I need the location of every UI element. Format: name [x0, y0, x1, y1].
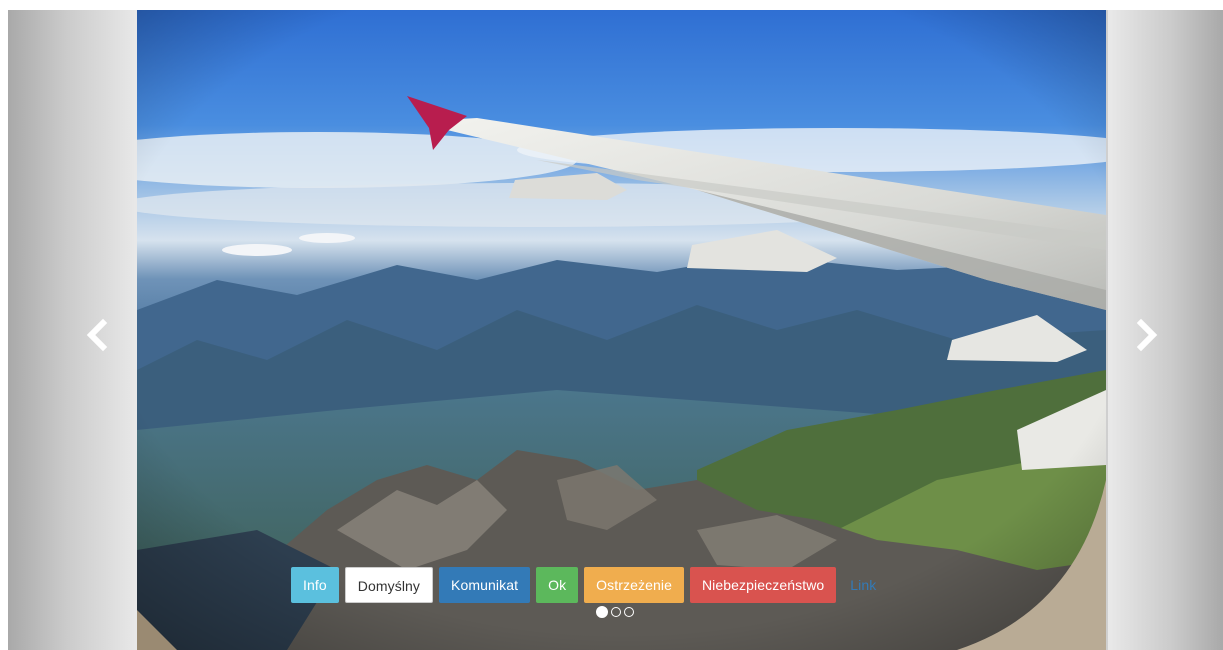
primary-button[interactable]: Komunikat	[439, 567, 531, 603]
carousel-next-button[interactable]	[1126, 315, 1166, 355]
chevron-right-icon	[1136, 318, 1158, 352]
default-button[interactable]: Domyślny	[344, 567, 434, 603]
carousel-indicators	[596, 606, 634, 618]
carousel-caption-buttons: Info Domyślny Komunikat Ok Ostrzeżenie N…	[291, 567, 890, 603]
carousel-indicator-3[interactable]	[624, 607, 634, 617]
carousel-slide-image	[137, 10, 1106, 650]
success-button[interactable]: Ok	[536, 567, 579, 603]
carousel-indicator-1[interactable]	[596, 606, 608, 618]
warning-button[interactable]: Ostrzeżenie	[584, 567, 684, 603]
carousel-indicator-2[interactable]	[611, 607, 621, 617]
airplane-wing-photo	[137, 10, 1106, 650]
info-button[interactable]: Info	[291, 567, 339, 603]
link-button[interactable]: Link	[842, 567, 884, 603]
carousel-prev-button[interactable]	[78, 315, 118, 355]
chevron-left-icon	[86, 318, 108, 352]
carousel-left-gradient	[8, 10, 138, 650]
image-carousel: Info Domyślny Komunikat Ok Ostrzeżenie N…	[8, 10, 1223, 650]
danger-button[interactable]: Niebezpieczeństwo	[689, 567, 837, 603]
